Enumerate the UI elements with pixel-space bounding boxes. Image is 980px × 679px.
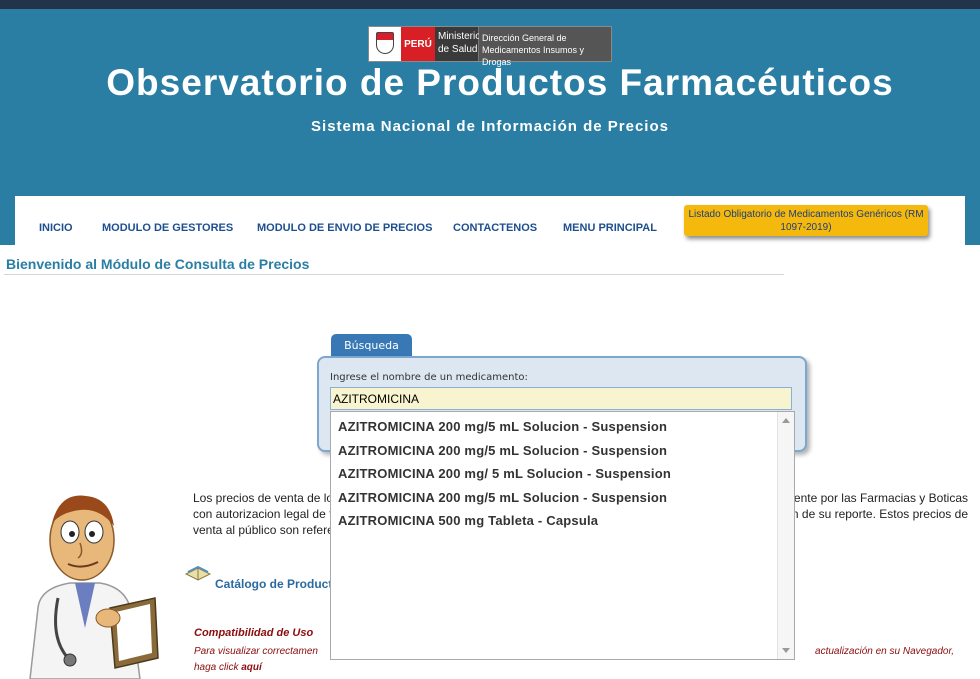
tab-busqueda[interactable]: Búsqueda — [331, 334, 412, 357]
divider — [4, 274, 784, 275]
logo-country: PERÚ — [401, 27, 435, 61]
medicine-search-input[interactable] — [330, 387, 792, 410]
compat-line1-left: Para visualizar correctamen — [194, 646, 318, 657]
main-nav: INICIO MODULO DE GESTORES MODULO DE ENVI… — [15, 196, 965, 246]
suggestion-item[interactable]: AZITROMICINA 200 mg/5 mL Solucion - Susp… — [338, 419, 667, 434]
coat-of-arms-icon — [369, 27, 401, 61]
info-line1-right: ente por las Farmacias y Boticas — [793, 491, 968, 505]
compat-line2-prefix: haga click — [194, 662, 242, 673]
info-line2-left: con autorizacion legal de f — [193, 507, 333, 521]
autocomplete-dropdown: AZITROMICINA 200 mg/5 mL Solucion - Susp… — [330, 411, 795, 660]
info-line1-left: Los precios de venta de lo — [193, 491, 334, 505]
minsa-logo: PERÚ Ministerio de Salud Dirección Gener… — [368, 26, 612, 67]
nav-modulo-gestores[interactable]: MODULO DE GESTORES — [102, 222, 233, 234]
nav-menu-principal[interactable]: MENU PRINCIPAL — [563, 222, 657, 234]
logo-ministry: Ministerio de Salud — [435, 27, 481, 61]
catalog-link[interactable]: Catálogo de Producto — [215, 577, 340, 591]
dropdown-scrollbar[interactable] — [777, 412, 794, 659]
suggestion-item[interactable]: AZITROMICINA 500 mg Tableta - Capsula — [338, 513, 598, 528]
nav-inicio[interactable]: INICIO — [39, 222, 73, 234]
compat-line1-right: actualización en su Navegador, — [815, 646, 954, 657]
compat-title: Compatibilidad de Uso — [194, 627, 314, 639]
compat-here-link[interactable]: aquí — [241, 662, 262, 673]
generic-medicines-list-button[interactable]: Listado Obligatorio de Medicamentos Gené… — [684, 205, 928, 236]
suggestion-item[interactable]: AZITROMICINA 200 mg/5 mL Solucion - Susp… — [338, 443, 667, 458]
scroll-down-icon[interactable] — [782, 648, 790, 653]
doctor-mascot-icon — [29, 495, 159, 679]
nav-modulo-envio-precios[interactable]: MODULO DE ENVIO DE PRECIOS — [257, 222, 432, 234]
suggestion-item[interactable]: AZITROMICINA 200 mg/ 5 mL Solucion - Sus… — [338, 466, 671, 481]
page-title: Observatorio de Productos Farmacéuticos — [106, 62, 894, 103]
scroll-up-icon[interactable] — [782, 418, 790, 423]
welcome-heading: Bienvenido al Módulo de Consulta de Prec… — [6, 256, 310, 272]
book-icon[interactable] — [184, 560, 212, 582]
suggestion-item[interactable]: AZITROMICINA 200 mg/5 mL Solucion - Susp… — [338, 490, 667, 505]
info-line3-left: venta al público son refere — [193, 523, 334, 537]
page-subtitle: Sistema Nacional de Información de Preci… — [311, 118, 669, 135]
site-header: PERÚ Ministerio de Salud Dirección Gener… — [0, 9, 980, 246]
search-field-label: Ingrese el nombre de un medicamento: — [330, 372, 528, 383]
nav-contactenos[interactable]: CONTACTENOS — [453, 222, 537, 234]
top-strip — [0, 0, 980, 9]
info-line2-right: n de su reporte. Estos precios de — [791, 507, 968, 521]
logo-directorate: Dirección General de Medicamentos Insumo… — [479, 27, 611, 67]
